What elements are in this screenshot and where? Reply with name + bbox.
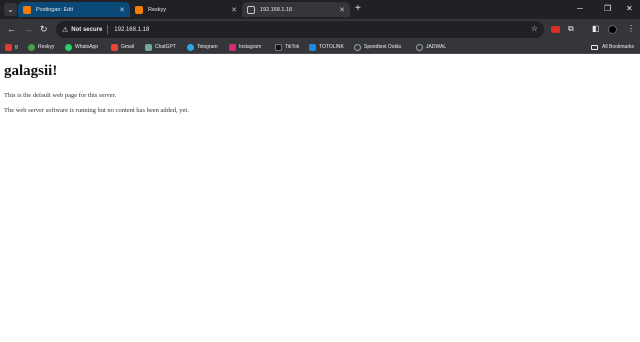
bookmark-telegram[interactable]: Telegram — [187, 42, 218, 52]
blogger-icon — [135, 5, 143, 14]
window-close-icon[interactable]: ✕ — [626, 3, 633, 15]
url-text[interactable]: 192.168.1.18 — [114, 27, 149, 33]
globe-icon — [416, 43, 423, 51]
youtube-icon — [5, 43, 12, 51]
bookmark-label: Instagram — [239, 44, 262, 50]
bookmark-label: Reskyy — [38, 44, 55, 50]
bookmark-label: Telegram — [197, 44, 218, 50]
all-bookmarks-label: All Bookmarks — [602, 44, 634, 50]
page-heading: galagsii! — [4, 63, 58, 79]
bookmark-label: g — [15, 44, 18, 50]
folder-icon — [591, 44, 599, 50]
bookmark-totolink[interactable]: TOTOLINK — [309, 42, 344, 52]
back-icon[interactable]: ← — [7, 23, 16, 35]
tiktok-icon — [275, 43, 282, 51]
tab-current-page[interactable]: 192.168.1.18 ✕ — [242, 2, 350, 17]
bookmark-label: TikTok — [285, 44, 300, 50]
speedtest-icon — [354, 43, 361, 51]
totolink-icon — [309, 43, 316, 51]
bookmark-whatsapp[interactable]: WhatsApp — [65, 42, 98, 52]
warning-icon[interactable]: ⚠ — [62, 26, 68, 34]
tab-strip: ⌄ Postingan: Edit ✕ Reskyy ✕ 192.168.1.1… — [0, 0, 640, 19]
bookmark-label: WhatsApp — [75, 44, 99, 50]
bookmark-label: JADWAL — [426, 44, 447, 50]
globe-icon — [247, 5, 255, 14]
bookmark-chatgpt[interactable]: ChatGPT — [145, 42, 176, 52]
instagram-icon — [229, 43, 236, 51]
chatgpt-icon — [145, 43, 152, 51]
bookmark-star-icon[interactable]: ☆ — [531, 24, 538, 33]
bookmark-reskyy[interactable]: Reskyy — [28, 42, 54, 52]
forward-icon[interactable]: → — [24, 23, 33, 35]
tab-title: Postingan: Edit — [36, 6, 73, 13]
divider — [107, 25, 109, 34]
close-icon[interactable]: ✕ — [339, 6, 345, 14]
whatsapp-icon — [65, 43, 72, 51]
tab-title: 192.168.1.18 — [260, 6, 293, 13]
restore-icon[interactable]: ❐ — [604, 3, 611, 15]
page-paragraph-2: The web server software is running but n… — [4, 107, 189, 114]
tab-title: Reskyy — [148, 6, 167, 13]
telegram-icon — [187, 43, 194, 51]
page-paragraph-1: This is the default web page for this se… — [4, 92, 117, 99]
bookmark-jadwal[interactable]: JADWAL — [416, 42, 446, 52]
new-tab-icon[interactable]: + — [355, 3, 361, 15]
close-icon[interactable]: ✕ — [231, 6, 237, 14]
tab-postingan-edit[interactable]: Postingan: Edit ✕ — [18, 2, 130, 17]
blogger-icon — [23, 5, 31, 14]
tab-search-icon[interactable]: ⌄ — [4, 3, 17, 16]
close-icon[interactable]: ✕ — [119, 6, 125, 14]
bookmark-label: TOTOLINK — [319, 44, 344, 50]
bookmark-gmail[interactable]: Gmail — [111, 42, 134, 52]
menu-kebab-icon[interactable]: ⋮ — [627, 24, 635, 34]
profile-avatar[interactable] — [608, 25, 617, 34]
reload-icon[interactable]: ↻ — [40, 23, 48, 35]
bookmark-tiktok[interactable]: TikTok — [275, 42, 299, 52]
side-panel-icon[interactable]: ◧ — [592, 24, 600, 34]
tab-reskyy[interactable]: Reskyy ✕ — [130, 2, 242, 17]
bookmark-instagram[interactable]: Instagram — [229, 42, 261, 52]
bookmarks-bar: g Reskyy WhatsApp Gmail ChatGPT Telegram… — [0, 40, 640, 54]
bookmark-g[interactable]: g — [5, 42, 18, 52]
bookmark-label: ChatGPT — [155, 44, 176, 50]
minimize-icon[interactable]: ─ — [577, 3, 583, 15]
gmail-icon — [111, 43, 118, 51]
security-status[interactable]: Not secure — [71, 27, 102, 33]
all-bookmarks-button[interactable]: All Bookmarks — [591, 42, 634, 52]
bookmark-speedtest[interactable]: Speedtest Ookla — [354, 42, 401, 52]
bookmark-label: Speedtest Ookla — [364, 44, 401, 50]
extension-icon[interactable] — [551, 26, 560, 33]
reskyy-icon — [28, 43, 35, 51]
address-bar[interactable]: ⚠ Not secure 192.168.1.18 ☆ — [56, 21, 544, 38]
toolbar: ← → ↻ ⚠ Not secure 192.168.1.18 ☆ ⧉ ◧ ⋮ — [0, 19, 640, 40]
page-content: galagsii! This is the default web page f… — [0, 55, 640, 342]
extensions-puzzle-icon[interactable]: ⧉ — [568, 24, 574, 34]
bookmark-label: Gmail — [121, 44, 135, 50]
